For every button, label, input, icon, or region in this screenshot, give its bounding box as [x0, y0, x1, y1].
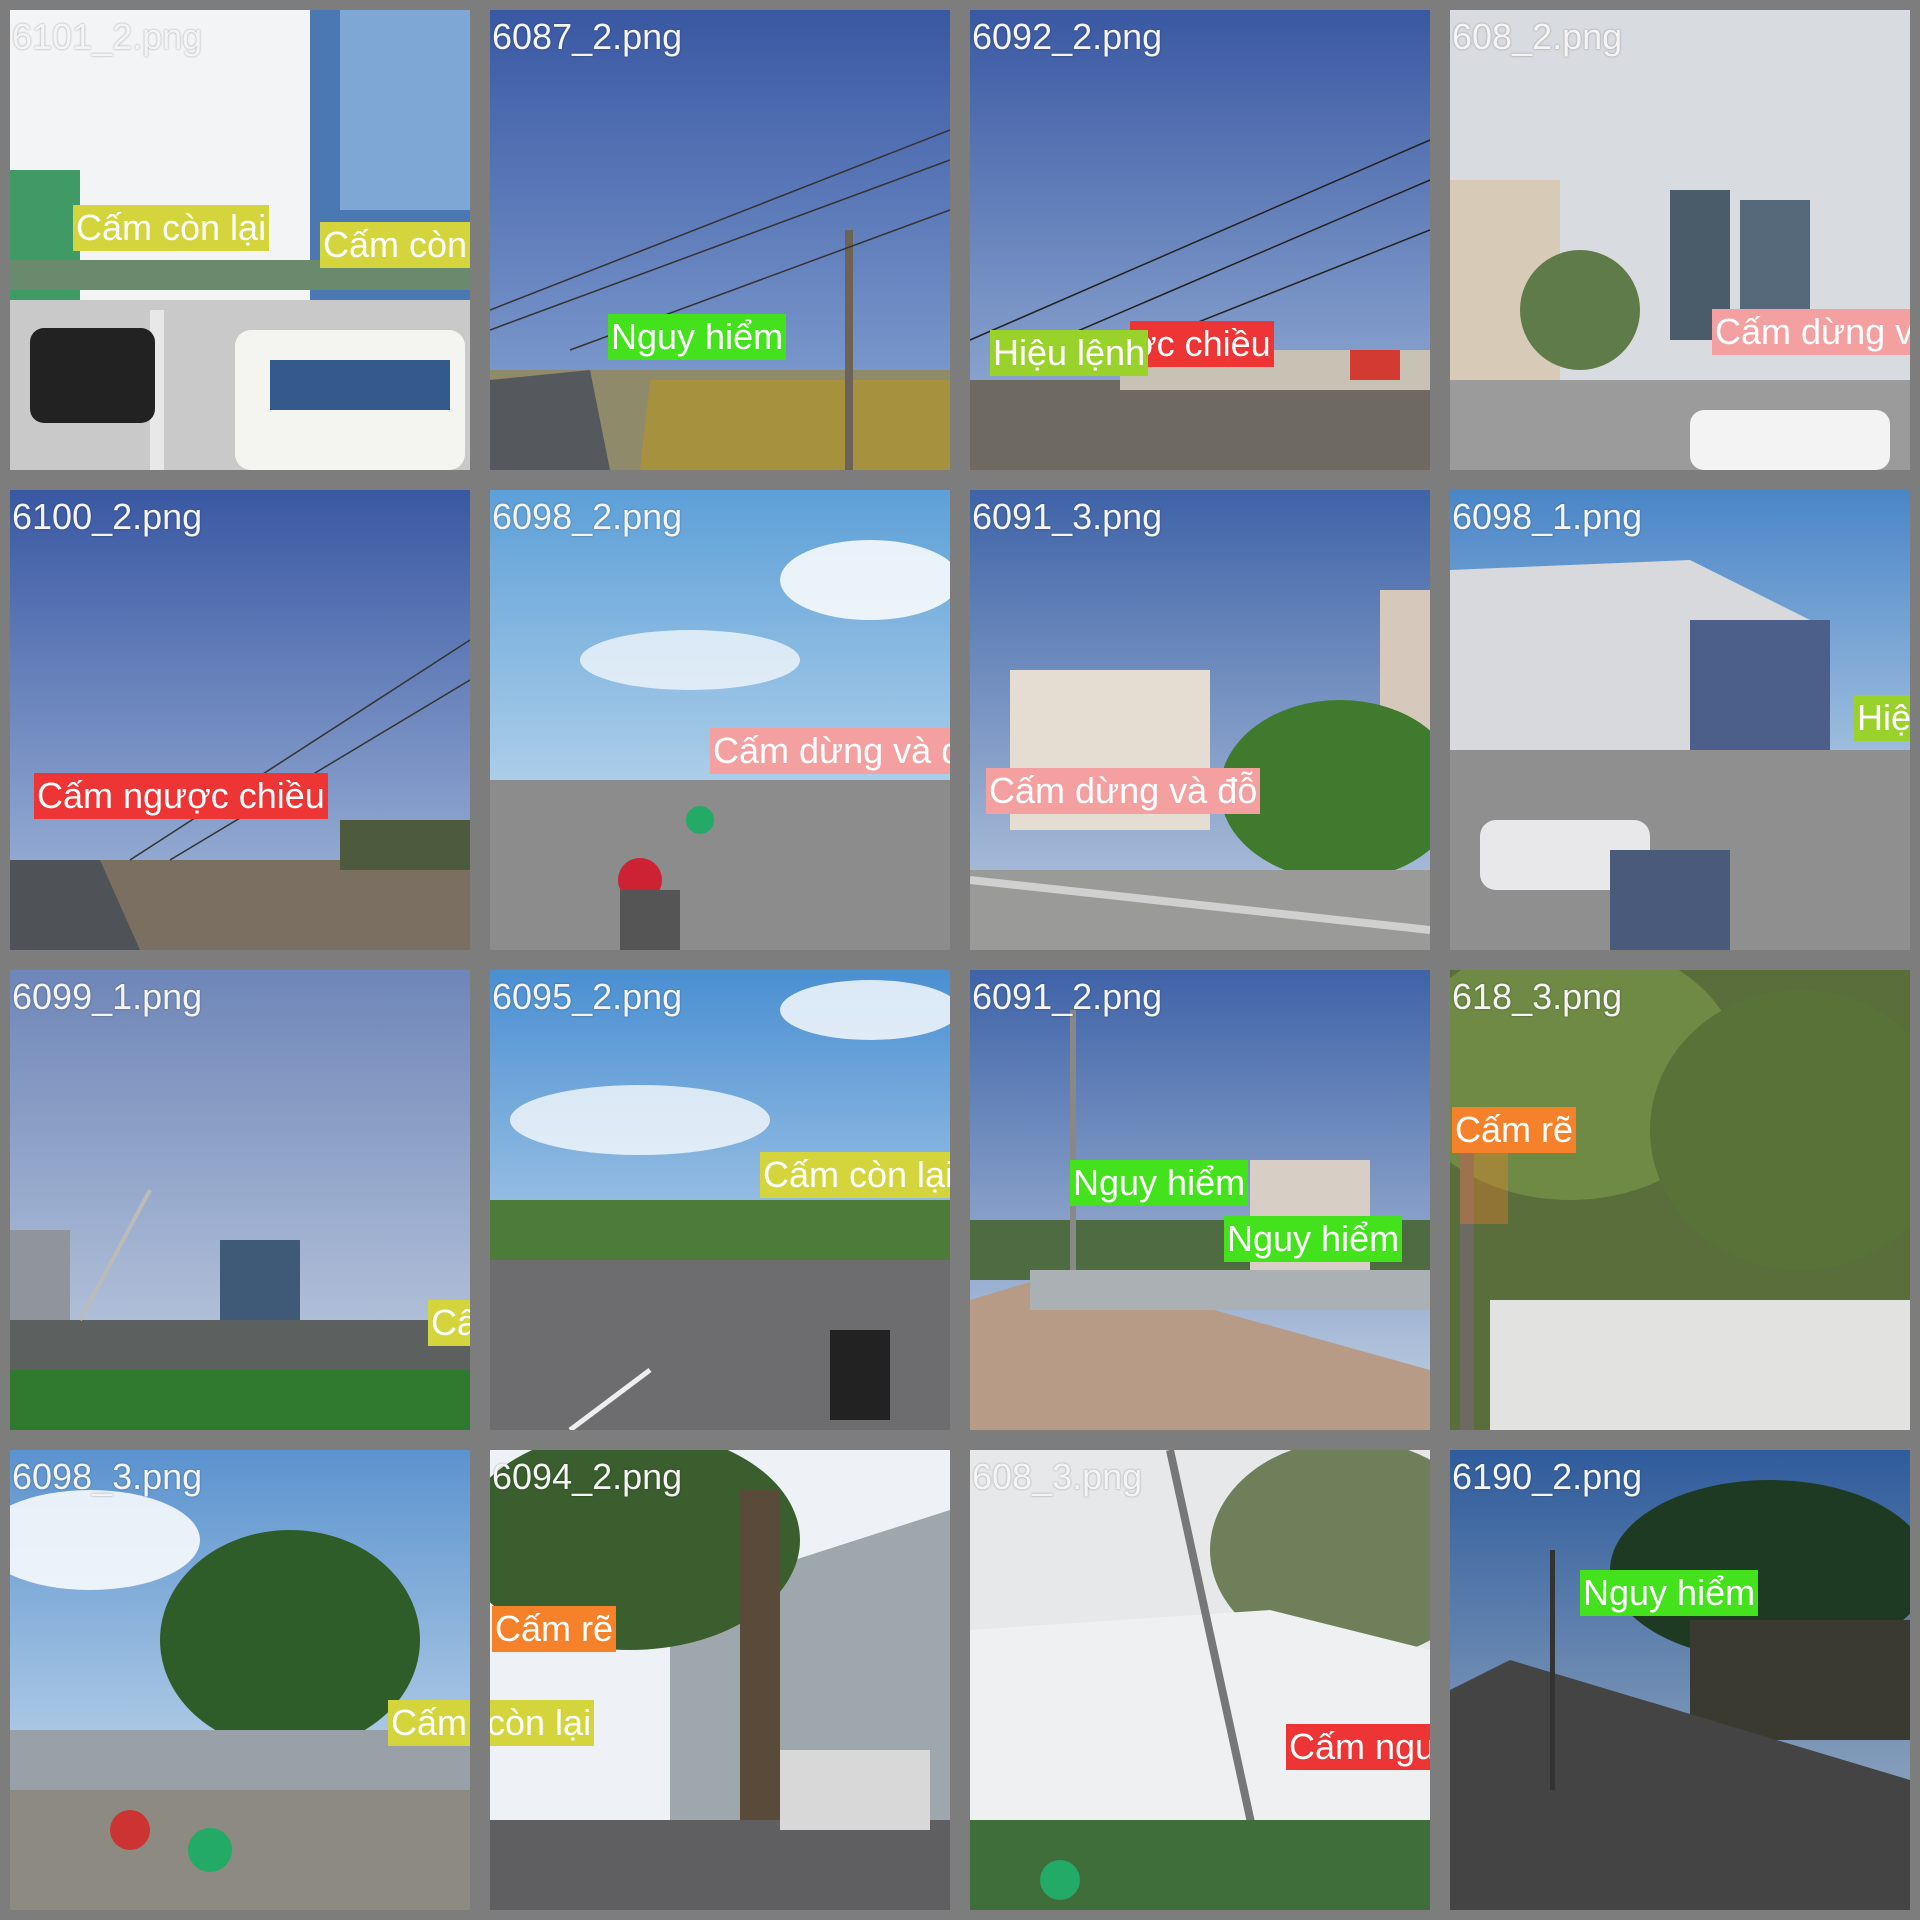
detection-label: Cấm còn lại: [760, 1152, 950, 1198]
image-filename: 6099_1.png: [12, 976, 203, 1017]
street-photo: [10, 490, 470, 950]
street-photo: [970, 1450, 1430, 1910]
street-photo: [490, 1450, 950, 1910]
detection-label: Nguy hiểm: [1224, 1216, 1403, 1262]
grid-tile[interactable]: 6100_2.png Cấm ngược chiều: [10, 490, 470, 950]
image-filename: 6087_2.png: [492, 16, 683, 57]
grid-tile[interactable]: 6099_1.png Cấm còn lại: [10, 970, 470, 1430]
grid-tile[interactable]: 6098_1.png Hiệu: [1450, 490, 1910, 950]
grid-tile[interactable]: 6190_2.png Nguy hiểm: [1450, 1450, 1910, 1910]
image-filename: 6095_2.png: [492, 976, 683, 1017]
street-photo: [490, 490, 950, 950]
grid-tile[interactable]: 608_3.png Cấm ngược chiều: [970, 1450, 1430, 1910]
grid-tile[interactable]: 6098_2.png Cấm dừng và đỗ: [490, 490, 950, 950]
street-photo: [1450, 10, 1910, 470]
image-filename: 618_3.png: [1452, 976, 1623, 1017]
detection-label: Nguy hiểm: [1580, 1570, 1759, 1616]
image-filename: 6098_2.png: [492, 496, 683, 537]
image-filename: 6098_3.png: [12, 1456, 203, 1497]
street-photo: [490, 970, 950, 1430]
grid-tile[interactable]: 618_3.png Cấm rẽ: [1450, 970, 1910, 1430]
street-photo: [970, 10, 1430, 470]
detection-label: Cấm ngược chiều: [1286, 1724, 1430, 1770]
grid-tile[interactable]: 6092_2.png ợc chiều Hiệu lệnh: [970, 10, 1430, 470]
detection-label: Cấm còn lại: [490, 1700, 595, 1746]
image-filename: 608_3.png: [972, 1456, 1143, 1497]
detection-label: Hiệu: [1854, 695, 1910, 741]
detection-label: Nguy hiểm: [1070, 1160, 1249, 1206]
detection-label: ợc chiều: [1130, 321, 1274, 367]
grid-tile[interactable]: 6095_2.png Cấm còn lại Cấm còn lại: [490, 970, 950, 1430]
detection-label: Cấm dừng và đỗ: [986, 768, 1261, 814]
image-filename: 6101_2.png: [12, 16, 203, 57]
image-filename: 6190_2.png: [1452, 1456, 1643, 1497]
detection-label: Cấm rẽ: [1452, 1107, 1577, 1153]
detection-label: Cấm còn lại: [388, 1700, 470, 1746]
street-photo: [1450, 490, 1910, 950]
image-filename: 6094_2.png: [492, 1456, 683, 1497]
street-photo: [490, 10, 950, 470]
detection-label: Cấm dừng v: [1712, 309, 1910, 355]
image-filename: 6091_2.png: [972, 976, 1163, 1017]
street-photo: [1450, 1450, 1910, 1910]
detection-label: Cấm còn lại: [320, 222, 470, 268]
image-filename: 6100_2.png: [12, 496, 203, 537]
detection-label: Cấm dừng và đỗ: [710, 728, 950, 774]
image-filename: 6091_3.png: [972, 496, 1163, 537]
street-photo: [10, 1450, 470, 1910]
detection-label: Cấm còn lại: [428, 1300, 470, 1346]
grid-tile[interactable]: 6101_2.png Cấm còn lại Cấm còn lại đỗ: [10, 10, 470, 470]
street-photo: [1450, 970, 1910, 1430]
grid-tile[interactable]: 6091_3.png Cấm dừng và đỗ: [970, 490, 1430, 950]
grid-tile[interactable]: 608_2.png Cấm dừng v: [1450, 10, 1910, 470]
street-photo: [970, 490, 1430, 950]
detection-label: Nguy hiểm: [608, 314, 787, 360]
image-filename: 6098_1.png: [1452, 496, 1643, 537]
detection-label: Hiệu lệnh: [990, 330, 1149, 376]
grid-tile[interactable]: 6091_2.png Nguy hiểm Nguy hiểm: [970, 970, 1430, 1430]
grid-tile[interactable]: 6094_2.png Cấm rẽ Cấm còn lại: [490, 1450, 950, 1910]
detection-label: Cấm ngược chiều: [34, 773, 328, 819]
image-filename: 6092_2.png: [972, 16, 1163, 57]
image-filename: 608_2.png: [1452, 16, 1623, 57]
detection-label: Cấm còn lại: [73, 205, 270, 251]
grid-tile[interactable]: 6098_3.png Cấm còn lại: [10, 1450, 470, 1910]
grid-tile[interactable]: 6087_2.png Nguy hiểm: [490, 10, 950, 470]
street-photo: [10, 970, 470, 1430]
detection-label: Cấm rẽ: [492, 1606, 617, 1652]
